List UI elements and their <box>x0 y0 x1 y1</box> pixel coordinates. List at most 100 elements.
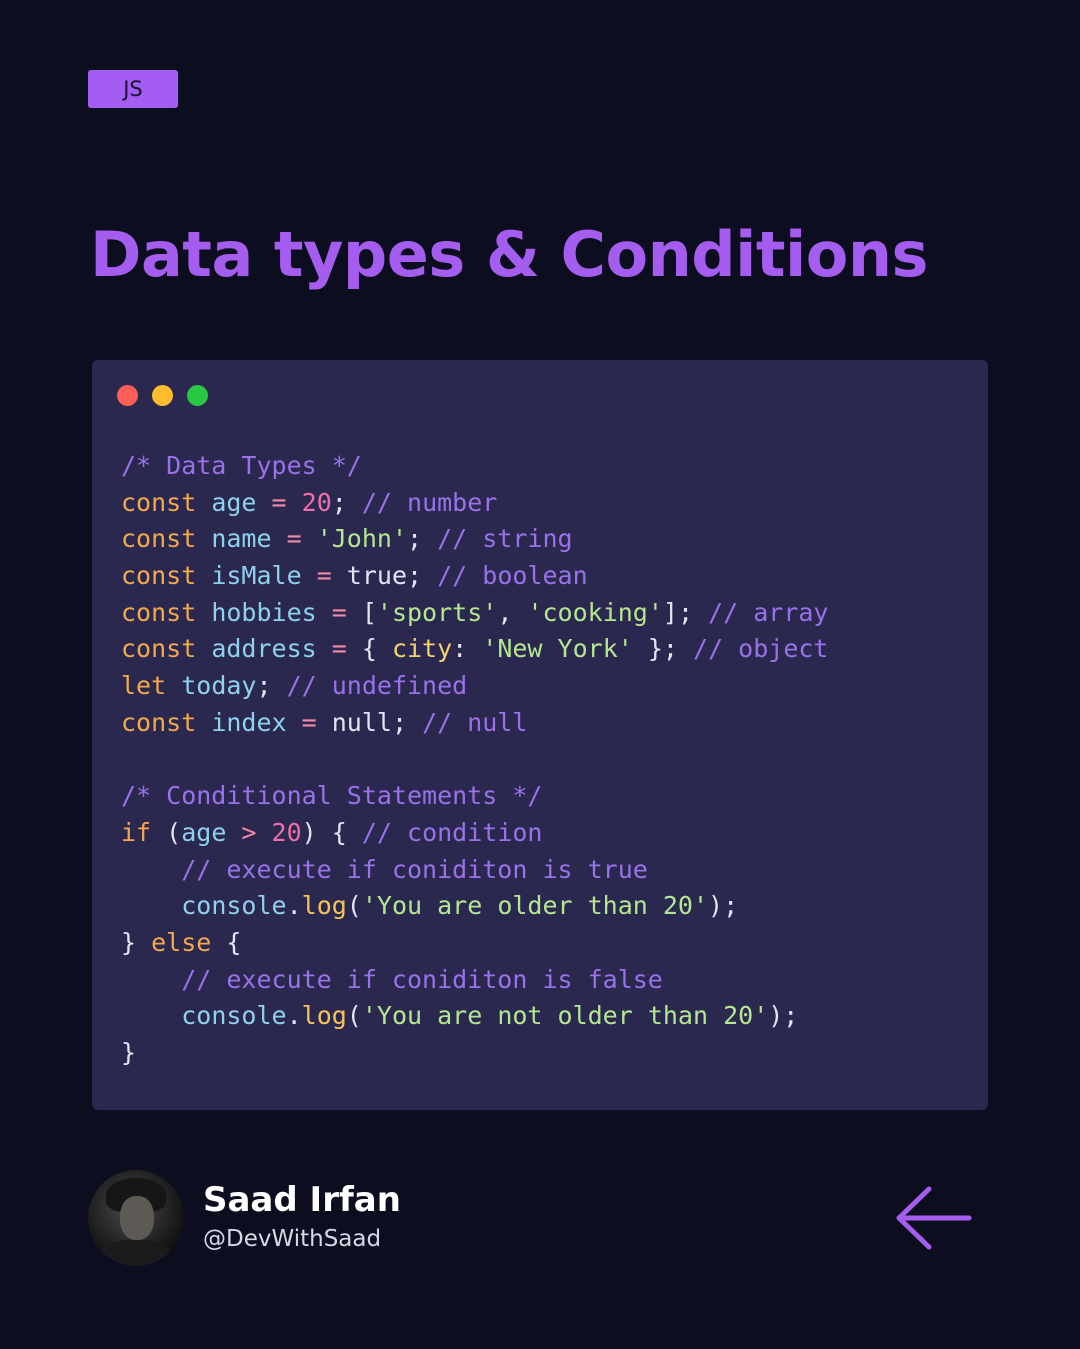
code-line: const isMale = true; // boolean <box>121 558 828 595</box>
code-token: { <box>211 927 242 957</box>
code-token: , <box>497 597 528 627</box>
code-token: { <box>361 634 392 664</box>
code-token: // execute if coniditon is true <box>181 854 648 884</box>
code-token: // condition <box>361 817 543 847</box>
code-token: }; <box>632 634 694 664</box>
code-token: index <box>211 707 287 737</box>
code-token: [ <box>361 597 377 627</box>
code-token: = <box>316 634 362 664</box>
code-token: const <box>121 707 197 737</box>
code-token: city <box>391 634 453 664</box>
minimize-dot-icon <box>152 385 173 406</box>
code-token: let <box>121 671 167 701</box>
code-token: today <box>181 671 257 701</box>
code-token: 'You are not older than 20' <box>361 1001 769 1031</box>
code-token: ( <box>151 817 182 847</box>
code-token: ; <box>331 487 362 517</box>
code-token: 'You are older than 20' <box>361 891 709 921</box>
code-token: console <box>181 1001 287 1031</box>
code-token: . <box>286 891 302 921</box>
code-token: = <box>286 707 332 737</box>
code-token: > <box>226 817 272 847</box>
language-badge: JS <box>88 70 178 108</box>
code-token: else <box>151 927 212 957</box>
code-token: const <box>121 597 197 627</box>
code-token: ; <box>407 561 438 591</box>
code-token: log <box>301 891 347 921</box>
code-token: const <box>121 487 197 517</box>
code-block: /* Data Types */ const age = 20; // numbe… <box>121 448 828 1072</box>
code-token: ; <box>256 671 287 701</box>
code-token: ; <box>407 524 438 554</box>
code-token: 'sports' <box>376 597 498 627</box>
code-token: isMale <box>211 561 302 591</box>
code-token: log <box>301 1001 347 1031</box>
code-token: 20 <box>271 817 302 847</box>
avatar <box>88 1170 184 1266</box>
code-line: } else { <box>121 925 828 962</box>
code-token: /* Data Types */ <box>121 451 362 480</box>
code-token: 20 <box>301 487 332 517</box>
code-token: // array <box>708 597 829 627</box>
code-line: /* Conditional Statements */ <box>121 778 828 815</box>
code-token: // number <box>361 487 498 517</box>
page-title: Data types & Conditions <box>90 218 928 291</box>
code-token: ; <box>391 707 423 737</box>
code-token: // boolean <box>437 561 588 591</box>
code-token: address <box>211 634 317 664</box>
code-token: } <box>121 927 152 957</box>
code-line: /* Data Types */ <box>121 448 828 485</box>
code-token: 'John' <box>316 524 408 554</box>
code-line: console.log('You are not older than 20')… <box>121 998 828 1035</box>
code-token: . <box>286 1001 302 1031</box>
code-token: null <box>331 707 392 737</box>
code-line: // execute if coniditon is true <box>121 852 828 889</box>
code-token: 'cooking' <box>527 597 663 627</box>
code-token: const <box>121 561 197 591</box>
code-line: console.log('You are older than 20'); <box>121 888 828 925</box>
code-line: } <box>121 1035 828 1072</box>
code-line: const index = null; // null <box>121 705 828 742</box>
code-token: : <box>452 634 483 664</box>
code-line: if (age > 20) { // condition <box>121 815 828 852</box>
code-token: ); <box>768 1001 799 1031</box>
code-token: // object <box>693 634 829 664</box>
code-token: ]; <box>662 597 709 627</box>
code-token: // undefined <box>286 671 468 701</box>
arrow-left-icon[interactable] <box>893 1185 973 1251</box>
code-token: } <box>121 1038 137 1067</box>
code-token: ( <box>346 891 362 921</box>
code-line: let today; // undefined <box>121 668 828 705</box>
code-token: // string <box>437 524 573 554</box>
code-token: true <box>346 561 408 591</box>
code-token: age <box>181 817 227 847</box>
author-name: Saad Irfan <box>203 1180 401 1220</box>
code-token: = <box>301 561 347 591</box>
code-token: // null <box>422 707 528 737</box>
code-token: // execute if coniditon is false <box>181 964 663 994</box>
code-token: const <box>121 634 197 664</box>
code-token: console <box>181 891 287 921</box>
code-token: hobbies <box>211 597 317 627</box>
code-token: = <box>271 524 317 554</box>
code-line: const address = { city: 'New York' }; //… <box>121 631 828 668</box>
code-token: age <box>211 487 257 517</box>
code-token: ( <box>346 1001 362 1031</box>
code-token: = <box>316 597 362 627</box>
code-line: const age = 20; // number <box>121 485 828 522</box>
code-token: /* Conditional Statements */ <box>121 781 543 811</box>
code-token: name <box>211 524 272 554</box>
code-token: ); <box>708 891 739 921</box>
code-token: const <box>121 524 197 554</box>
